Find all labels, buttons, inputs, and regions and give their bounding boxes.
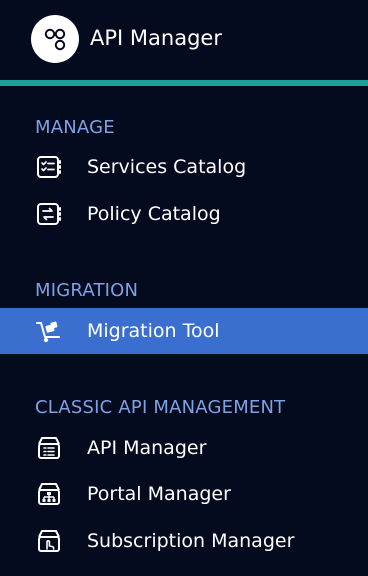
- nav-item-label: Services Catalog: [87, 156, 247, 178]
- nav-item-policy-catalog[interactable]: Policy Catalog: [0, 191, 368, 237]
- nav-item-services-catalog[interactable]: Services Catalog: [0, 144, 368, 190]
- app-header: API Manager: [0, 0, 368, 80]
- api-manager-logo-icon[interactable]: [31, 15, 79, 63]
- portal-manager-icon: [38, 483, 60, 505]
- nav-item-label: Subscription Manager: [87, 530, 295, 552]
- nav-item-portal-manager[interactable]: Portal Manager: [0, 471, 368, 517]
- nav-item-label: API Manager: [87, 437, 207, 459]
- header-accent-bar: [0, 80, 368, 86]
- policy-catalog-icon: [37, 203, 61, 225]
- migration-tool-icon: [36, 321, 60, 343]
- subscription-manager-icon: [38, 530, 60, 552]
- nav-item-api-manager[interactable]: API Manager: [0, 425, 368, 471]
- nav-item-label: Portal Manager: [87, 483, 231, 505]
- nav-item-label: Migration Tool: [87, 320, 220, 342]
- sidebar: API Manager MANAGE Services Catalog Poli…: [0, 0, 368, 576]
- services-catalog-icon: [37, 156, 61, 178]
- section-heading-migration: MIGRATION: [35, 280, 139, 301]
- nav-item-migration-tool[interactable]: Migration Tool: [0, 308, 368, 354]
- app-title: API Manager: [90, 26, 222, 50]
- section-heading-manage: MANAGE: [35, 117, 115, 138]
- api-manager-icon: [38, 437, 60, 459]
- section-heading-classic-api-management: CLASSIC API MANAGEMENT: [35, 397, 286, 418]
- nav-item-subscription-manager[interactable]: Subscription Manager: [0, 518, 368, 564]
- nav-item-label: Policy Catalog: [87, 203, 221, 225]
